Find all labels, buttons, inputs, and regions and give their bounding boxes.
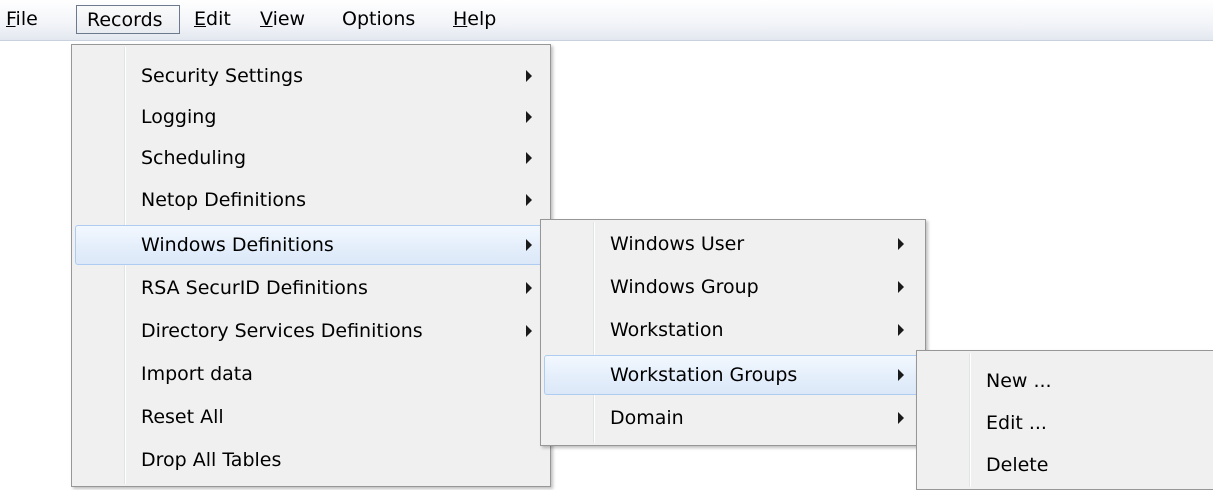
menu-bar: File Records Edit View Options Help: [0, 0, 1213, 41]
menu-item-label: Workstation: [610, 319, 724, 341]
chevron-right-icon: [526, 282, 532, 294]
menu-item-scheduling[interactable]: Scheduling: [75, 139, 547, 179]
menu-item-logging[interactable]: Logging: [75, 98, 547, 138]
chevron-right-icon: [526, 194, 532, 206]
chevron-right-icon: [898, 238, 904, 250]
menu-item-drop-all-tables[interactable]: Drop All Tables: [75, 441, 547, 481]
menu-item-label: Windows Group: [610, 276, 759, 298]
menu-item-new[interactable]: New ...: [920, 362, 1213, 402]
menu-item-label: Reset All: [141, 406, 224, 428]
menubar-view-mnemonic: V: [260, 8, 273, 30]
menubar-records-label: Records: [87, 9, 163, 31]
menu-item-label: Domain: [610, 407, 684, 429]
menu-item-import-data[interactable]: Import data: [75, 355, 547, 395]
chevron-right-icon: [526, 152, 532, 164]
menubar-help[interactable]: Help: [453, 5, 496, 34]
chevron-right-icon: [526, 239, 532, 251]
menubar-edit[interactable]: Edit: [194, 5, 231, 34]
chevron-right-icon: [526, 70, 532, 82]
chevron-right-icon: [898, 324, 904, 336]
menubar-view-rest: iew: [272, 8, 306, 30]
menu-item-label: Drop All Tables: [141, 449, 282, 471]
menubar-edit-mnemonic: E: [194, 8, 207, 30]
menu-item-label: Security Settings: [141, 65, 303, 87]
menubar-file[interactable]: File: [6, 5, 38, 34]
menubar-help-mnemonic: H: [453, 8, 468, 30]
menu-item-label: Directory Services Definitions: [141, 320, 423, 342]
menu-item-label: Import data: [141, 363, 253, 385]
menu-item-netop-definitions[interactable]: Netop Definitions: [75, 181, 547, 221]
chevron-right-icon: [898, 281, 904, 293]
menu-item-label: Windows Definitions: [141, 234, 334, 256]
menu-item-delete[interactable]: Delete: [920, 446, 1213, 486]
records-menu: Security Settings Logging Scheduling Net…: [71, 44, 551, 487]
windows-definitions-submenu: Windows User Windows Group Workstation W…: [540, 219, 926, 446]
menubar-view[interactable]: View: [260, 5, 305, 34]
menu-item-windows-group[interactable]: Windows Group: [544, 268, 922, 308]
menu-item-domain[interactable]: Domain: [544, 399, 922, 439]
menu-item-reset-all[interactable]: Reset All: [75, 398, 547, 438]
menu-item-rsa-securid-definitions[interactable]: RSA SecurID Definitions: [75, 269, 547, 309]
menubar-options[interactable]: Options: [342, 5, 415, 34]
chevron-right-icon: [898, 369, 904, 381]
menubar-file-rest: ile: [15, 8, 38, 30]
menubar-edit-rest: dit: [206, 8, 231, 30]
menu-item-edit[interactable]: Edit ...: [920, 404, 1213, 444]
menu-item-label: Netop Definitions: [141, 189, 306, 211]
menu-item-label: Windows User: [610, 233, 745, 255]
chevron-right-icon: [898, 412, 904, 424]
menu-item-workstation-groups[interactable]: Workstation Groups: [544, 355, 922, 395]
menu-item-directory-services-definitions[interactable]: Directory Services Definitions: [75, 312, 547, 352]
menubar-help-rest: elp: [467, 8, 497, 30]
chevron-right-icon: [526, 111, 532, 123]
menu-item-label: Edit ...: [986, 412, 1047, 434]
menu-item-label: RSA SecurID Definitions: [141, 277, 368, 299]
menu-item-label: Logging: [141, 106, 217, 128]
menu-item-windows-definitions[interactable]: Windows Definitions: [75, 225, 547, 265]
menu-item-label: Workstation Groups: [610, 364, 798, 386]
menu-item-label: Delete: [986, 454, 1049, 476]
menu-item-label: Scheduling: [141, 147, 247, 169]
menu-item-security-settings[interactable]: Security Settings: [75, 57, 547, 97]
menubar-options-label: Options: [342, 8, 416, 30]
chevron-right-icon: [526, 325, 532, 337]
menubar-file-mnemonic: F: [6, 8, 16, 30]
menu-item-workstation[interactable]: Workstation: [544, 311, 922, 351]
workstation-groups-submenu: New ... Edit ... Delete: [916, 350, 1213, 490]
menu-item-label: New ...: [986, 370, 1052, 392]
menubar-records[interactable]: Records: [76, 5, 180, 34]
menu-item-windows-user[interactable]: Windows User: [544, 225, 922, 265]
